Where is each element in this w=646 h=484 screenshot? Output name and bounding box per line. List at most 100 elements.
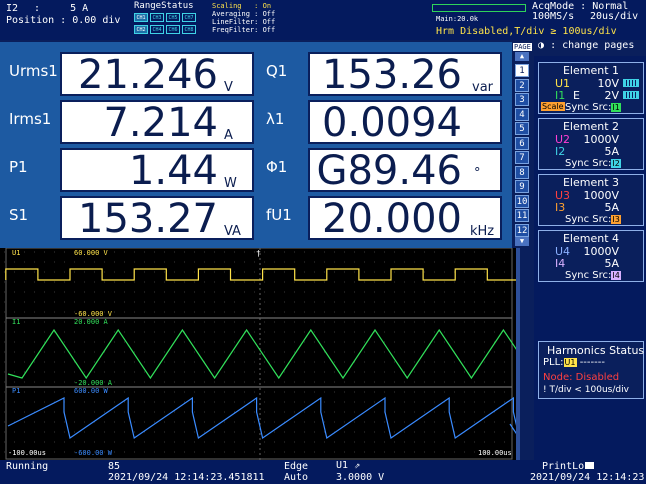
print-label: PrintLo (542, 461, 585, 472)
range-status-row2: CH2 CH4 CH6 CH8 (134, 25, 196, 34)
element-i-range: 5A (604, 257, 619, 270)
sync-label: Sync Src: (565, 102, 612, 113)
ch2-top-scale: 20.000 A (74, 318, 109, 326)
trigger-level: 3.0000 V (336, 472, 385, 483)
harmonics-note: ! T/div < 100us/div (543, 385, 629, 395)
ch3-top-scale: 600.00 W (74, 387, 109, 395)
time-right-label: 100.00us (478, 449, 512, 457)
main-record-length: Main:20.0k (436, 15, 479, 23)
page-button-3[interactable]: 3 (515, 93, 529, 106)
page-button-9[interactable]: 9 (515, 180, 529, 193)
page-up-icon[interactable]: ▲ (515, 52, 529, 61)
s1-unit: VA (224, 224, 241, 239)
waveform-scrollbar[interactable] (516, 248, 520, 460)
page-button-10[interactable]: 10 (515, 194, 529, 208)
element-4-panel[interactable]: Element 4 U4 1000V I4 5A Sync Src:I4 (538, 230, 644, 282)
sync-source-badge: I2 (611, 159, 621, 168)
element-3-panel[interactable]: Element 3 U3 1000V I3 5A Sync Src:I3 (538, 174, 644, 226)
sample-rate: 100MS/s (532, 11, 575, 22)
urms1-value: 21.246 (78, 52, 218, 98)
element-i-name: I2 (555, 145, 566, 158)
sync-source-badge: I4 (611, 271, 621, 280)
sync-source-badge: I1 (611, 103, 621, 112)
ch3-bottom-scale: -600.00 W (74, 449, 113, 457)
page-button-6[interactable]: 6 (515, 136, 529, 150)
page-button-2[interactable]: 2 (515, 78, 529, 92)
p1-label: P1 (9, 158, 28, 176)
range-box-ch4[interactable]: CH4 (150, 25, 164, 34)
s1-box[interactable]: 153.27 VA (60, 196, 254, 240)
phi1-box[interactable]: G89.46 ° (308, 148, 502, 192)
range-box-ch5[interactable]: CH5 (166, 13, 180, 22)
fu1-value: 20.000 (322, 196, 462, 242)
range-box-ch6[interactable]: CH6 (166, 25, 180, 34)
page-button-7[interactable]: 7 (515, 151, 529, 164)
element-1-panel[interactable]: Element 1 U1 10V I1 E 2V Scale Sync Src:I1 (538, 62, 644, 114)
page-button-12[interactable]: 12 (515, 223, 529, 237)
waveform-display[interactable]: † U1 60.000 V -60.000 V I1 20.000 A -20.000 A P… (0, 247, 617, 460)
page-title: PAGE (513, 43, 532, 51)
page-selector: PAGE ▲ 1 2 3 4 5 6 7 8 9 10 11 12 ▼ (512, 42, 534, 248)
q1-unit: var (472, 80, 494, 95)
q1-box[interactable]: 153.26 var (308, 52, 502, 96)
p1-box[interactable]: 1.44 W (60, 148, 254, 192)
pll-label: PLL: (543, 357, 564, 368)
acquisition-count: 85 (108, 461, 121, 472)
p1-unit: W (224, 176, 237, 191)
settings-list: Scaling : On Averaging : Off LineFilter:… (212, 2, 275, 34)
harmonics-disabled-message: Hrm Disabled,T/div ≥ 100us/div (436, 26, 617, 37)
range-box-ch2[interactable]: CH2 (134, 25, 148, 34)
time-left-label: -100.00us (8, 449, 46, 457)
time-div: 20us/div (590, 11, 639, 22)
lambda1-box[interactable]: 0.0094 (308, 100, 502, 144)
harmonics-status-panel: Harmonics Status PLL:U1 ------- Node: Di… (538, 341, 644, 399)
trigger-mode: Edge (284, 461, 309, 472)
page-button-1[interactable]: 1 (515, 64, 529, 77)
freqfilter-value: : Off (254, 26, 276, 34)
averaging-value: : Off (254, 10, 276, 18)
page-button-5[interactable]: 5 (515, 122, 529, 135)
fu1-unit: kHz (470, 224, 495, 239)
range-box-ch1[interactable]: CH1 (134, 13, 148, 22)
linefilter-label: LineFilter (212, 18, 255, 26)
irms1-box[interactable]: 7.214 A (60, 100, 254, 144)
ch2-name: I1 (12, 318, 20, 326)
range-box-ch7[interactable]: CH7 (182, 13, 196, 22)
current-datetime: 2021/09/24 12:14:23 (530, 472, 645, 483)
run-state: Running (6, 461, 49, 472)
position-readout: Position : 0.00 div (6, 15, 121, 26)
grid-dots (4, 251, 505, 453)
top-status-bar: I2 : 5 A Position : 0.00 div RangeStatus… (0, 0, 646, 40)
u-range-indicator (623, 79, 639, 87)
scaling-label: Scaling (212, 2, 242, 10)
irms1-value: 7.214 (103, 100, 218, 146)
trigger-auto: Auto (284, 472, 309, 483)
element-2-panel[interactable]: Element 2 U2 1000V I2 5A Sync Src:I2 (538, 118, 644, 170)
range-status-row1: CH1 CH3 CH5 CH7 (134, 13, 196, 22)
page-button-4[interactable]: 4 (515, 107, 529, 121)
element-i-name: I4 (555, 257, 566, 270)
freqfilter-label: FreqFilter (212, 26, 255, 34)
page-button-8[interactable]: 8 (515, 165, 529, 179)
sync-label: Sync Src: (565, 214, 612, 225)
fu1-box[interactable]: 20.000 kHz (308, 196, 502, 240)
page-down-icon[interactable]: ▼ (515, 237, 529, 246)
element-title: Element 1 (562, 64, 620, 77)
element-i-range: 5A (604, 145, 619, 158)
urms1-box[interactable]: 21.246 V (60, 52, 254, 96)
pll-source: U1 (563, 358, 577, 367)
folder-icon (585, 462, 595, 469)
i-range-indicator (623, 91, 639, 99)
element-i-external: E (573, 89, 580, 102)
harmonics-title: Harmonics Status (547, 344, 645, 357)
irms1-unit: A (224, 128, 233, 143)
element-title: Element 2 (562, 120, 620, 133)
range-box-ch3[interactable]: CH3 (150, 13, 164, 22)
page-button-11[interactable]: 11 (515, 209, 529, 222)
range-box-ch8[interactable]: CH8 (182, 25, 196, 34)
p1-value: 1.44 (128, 148, 218, 194)
sync-label: Sync Src: (565, 270, 612, 281)
scaling-value: : On (254, 2, 272, 10)
lambda1-label: λ1 (266, 110, 285, 128)
phi1-label: Φ1 (266, 158, 288, 176)
